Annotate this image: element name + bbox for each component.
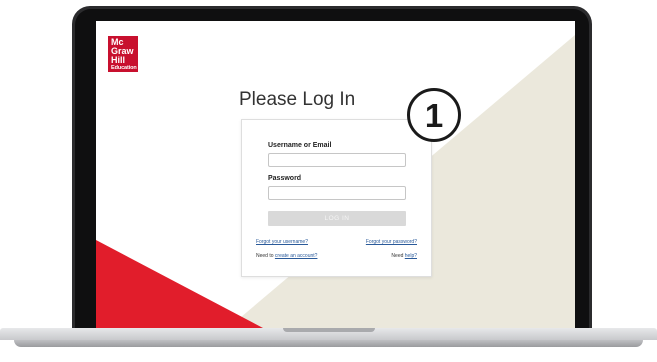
create-account-link[interactable]: create an account? [275,253,318,259]
create-account-row: Need to create an account? [256,253,317,259]
laptop-base [0,328,657,350]
login-button[interactable]: LOG IN [268,211,406,226]
forgot-password-text: Forgot your password? [365,239,417,245]
login-screen: Mc Graw Hill Education Please Log In Use… [96,21,575,328]
forgot-password-link[interactable]: Forgot your password? [366,239,417,245]
logo-line-4: Education [111,65,137,71]
step-number: 1 [424,96,444,134]
forgot-username-link[interactable]: Forgot your username? [256,239,308,245]
forgot-username-text: Forgot your username? [256,239,308,245]
red-triangle [96,240,263,328]
need-to-text: Need to [256,253,274,259]
mcgraw-hill-logo: Mc Graw Hill Education [108,36,138,72]
password-input[interactable] [268,186,406,200]
username-label: Username or Email [268,142,332,149]
laptop-notch [283,328,375,332]
help-link[interactable]: help? [405,253,417,259]
password-label: Password [268,175,302,182]
login-card: Username or Email Password LOG IN Forgot… [241,119,432,277]
need-text: Need [391,253,404,259]
username-input[interactable] [268,153,406,167]
page-title: Please Log In [239,89,356,110]
logo-line-3: Hill [111,55,126,65]
laptop-base-bottom [14,340,643,347]
help-row: Need help? [391,253,417,259]
step-number-callout: 1 [407,88,461,142]
